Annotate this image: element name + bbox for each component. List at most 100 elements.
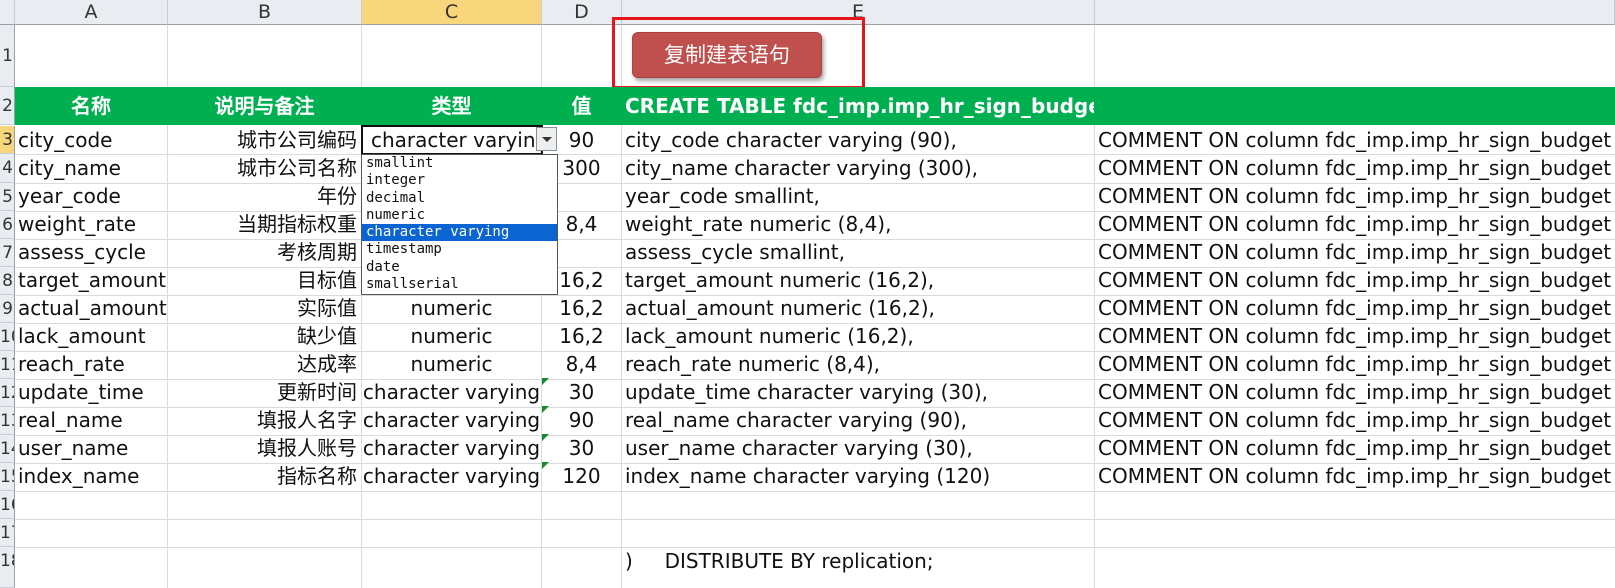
row-header-3[interactable]: 3: [0, 126, 15, 154]
cell-type[interactable]: numeric: [362, 350, 541, 379]
column-header-f[interactable]: [1095, 0, 1615, 25]
cell-desc[interactable]: 指标名称: [168, 462, 361, 491]
cell-value[interactable]: 16,2: [542, 294, 621, 323]
cell-comment[interactable]: COMMENT ON column fdc_imp.imp_hr_sign_bu…: [1095, 322, 1615, 351]
cell-comment[interactable]: COMMENT ON column fdc_imp.imp_hr_sign_bu…: [1095, 238, 1615, 267]
cell-name[interactable]: actual_amount: [15, 294, 167, 323]
cell-sql[interactable]: update_time character varying (30),: [622, 378, 1094, 407]
cell-value[interactable]: 120: [542, 462, 621, 491]
row-header-15[interactable]: 15: [0, 463, 15, 491]
cell-sql[interactable]: lack_amount numeric (16,2),: [622, 322, 1094, 351]
cell-desc[interactable]: 填报人账号: [168, 434, 361, 463]
row-header-5[interactable]: 5: [0, 183, 15, 211]
cell-type[interactable]: character varying: [362, 462, 541, 491]
row-header-10[interactable]: 10: [0, 323, 15, 351]
cell-sql[interactable]: actual_amount numeric (16,2),: [622, 294, 1094, 323]
dropdown-option-timestamp[interactable]: timestamp: [362, 241, 557, 258]
cell-value[interactable]: 8,4: [542, 350, 621, 379]
column-header-b[interactable]: B: [168, 0, 362, 25]
row-header-13[interactable]: 13: [0, 407, 15, 435]
cell-type[interactable]: numeric: [362, 322, 541, 351]
cell-name[interactable]: assess_cycle: [15, 238, 167, 267]
cell-comment[interactable]: COMMENT ON column fdc_imp.imp_hr_sign_bu…: [1095, 462, 1615, 491]
dropdown-option-character-varying[interactable]: character varying: [362, 224, 557, 242]
cell-name[interactable]: year_code: [15, 182, 167, 211]
row-header-11[interactable]: 11: [0, 351, 15, 379]
copy-create-table-button[interactable]: 复制建表语句: [632, 32, 822, 78]
cell-name[interactable]: update_time: [15, 378, 167, 407]
dropdown-option-numeric[interactable]: numeric: [362, 207, 557, 224]
row-header-2[interactable]: 2: [0, 87, 15, 125]
cell-sql[interactable]: weight_rate numeric (8,4),: [622, 210, 1094, 239]
row-header-14[interactable]: 14: [0, 435, 15, 463]
cell-sql[interactable]: reach_rate numeric (8,4),: [622, 350, 1094, 379]
cell-desc[interactable]: 填报人名字: [168, 406, 361, 435]
cell-sql[interactable]: real_name character varying (90),: [622, 406, 1094, 435]
cell-value[interactable]: 90: [542, 126, 621, 155]
cell-comment[interactable]: COMMENT ON column fdc_imp.imp_hr_sign_bu…: [1095, 378, 1615, 407]
cell-desc[interactable]: 考核周期: [168, 238, 361, 267]
cell-value[interactable]: 30: [542, 434, 621, 463]
cell-type[interactable]: numeric: [362, 294, 541, 323]
cell-sql[interactable]: assess_cycle smallint,: [622, 238, 1094, 267]
cell-sql[interactable]: city_code character varying (90),: [622, 126, 1094, 155]
cell-desc[interactable]: 缺少值: [168, 322, 361, 351]
cell-type[interactable]: character varying: [362, 378, 541, 407]
column-header-d[interactable]: D: [542, 0, 622, 25]
dropdown-option-smallint[interactable]: smallint: [362, 155, 557, 172]
row-header-1[interactable]: 1: [0, 25, 15, 87]
cell-sql[interactable]: index_name character varying (120): [622, 462, 1094, 491]
cell-comment[interactable]: COMMENT ON column fdc_imp.imp_hr_sign_bu…: [1095, 266, 1615, 295]
cell-name[interactable]: index_name: [15, 462, 167, 491]
select-all-corner[interactable]: [0, 0, 15, 25]
cell-desc[interactable]: 年份: [168, 182, 361, 211]
cell-desc[interactable]: 城市公司编码: [168, 126, 361, 155]
dropdown-option-date[interactable]: date: [362, 259, 557, 276]
type-select-value[interactable]: character varying: [368, 126, 536, 155]
cell-desc[interactable]: 达成率: [168, 350, 361, 379]
cell-comment[interactable]: COMMENT ON column fdc_imp.imp_hr_sign_bu…: [1095, 154, 1615, 183]
cell-name[interactable]: city_code: [15, 126, 167, 155]
column-header-a[interactable]: A: [15, 0, 168, 25]
row-header-9[interactable]: 9: [0, 295, 15, 323]
column-header-c[interactable]: C: [362, 0, 542, 25]
cell-sql[interactable]: city_name character varying (300),: [622, 154, 1094, 183]
type-dropdown-list[interactable]: smallint integer decimal numeric charact…: [361, 154, 558, 295]
cell-name[interactable]: weight_rate: [15, 210, 167, 239]
cell-name[interactable]: reach_rate: [15, 350, 167, 379]
cell-value[interactable]: 90: [542, 406, 621, 435]
cell-value[interactable]: 30: [542, 378, 621, 407]
dropdown-option-decimal[interactable]: decimal: [362, 190, 557, 207]
cell-sql[interactable]: user_name character varying (30),: [622, 434, 1094, 463]
cell-comment[interactable]: COMMENT ON column fdc_imp.imp_hr_sign_bu…: [1095, 182, 1615, 211]
row-header-4[interactable]: 4: [0, 154, 15, 183]
row-header-16[interactable]: 16: [0, 491, 15, 519]
cell-desc[interactable]: 实际值: [168, 294, 361, 323]
cell-name[interactable]: target_amount: [15, 266, 167, 295]
cell-desc[interactable]: 更新时间: [168, 378, 361, 407]
row-header-17[interactable]: 17: [0, 519, 15, 547]
dropdown-option-integer[interactable]: integer: [362, 172, 557, 189]
cell-comment[interactable]: COMMENT ON column fdc_imp.imp_hr_sign_bu…: [1095, 434, 1615, 463]
cell-desc[interactable]: 当期指标权重: [168, 210, 361, 239]
row-header-6[interactable]: 6: [0, 211, 15, 239]
cell-comment[interactable]: COMMENT ON column fdc_imp.imp_hr_sign_bu…: [1095, 294, 1615, 323]
row-header-7[interactable]: 7: [0, 239, 15, 267]
row-header-8[interactable]: 8: [0, 267, 15, 295]
cell-comment[interactable]: COMMENT ON column fdc_imp.imp_hr_sign_bu…: [1095, 210, 1615, 239]
cell-type[interactable]: character varying: [362, 406, 541, 435]
dropdown-option-smallserial[interactable]: smallserial: [362, 276, 557, 293]
cell-name[interactable]: real_name: [15, 406, 167, 435]
cell-type[interactable]: character varying: [362, 434, 541, 463]
cell-sql[interactable]: year_code smallint,: [622, 182, 1094, 211]
cell-distribute[interactable]: ) DISTRIBUTE BY replication;: [622, 547, 1094, 576]
cell-desc[interactable]: 城市公司名称: [168, 154, 361, 183]
row-header-18[interactable]: 18: [0, 547, 15, 588]
cell-comment[interactable]: COMMENT ON column fdc_imp.imp_hr_sign_bu…: [1095, 126, 1615, 155]
cell-name[interactable]: user_name: [15, 434, 167, 463]
cell-comment[interactable]: COMMENT ON column fdc_imp.imp_hr_sign_bu…: [1095, 406, 1615, 435]
cell-desc[interactable]: 目标值: [168, 266, 361, 295]
cell-name[interactable]: city_name: [15, 154, 167, 183]
row-header-12[interactable]: 12: [0, 379, 15, 407]
cell-name[interactable]: lack_amount: [15, 322, 167, 351]
